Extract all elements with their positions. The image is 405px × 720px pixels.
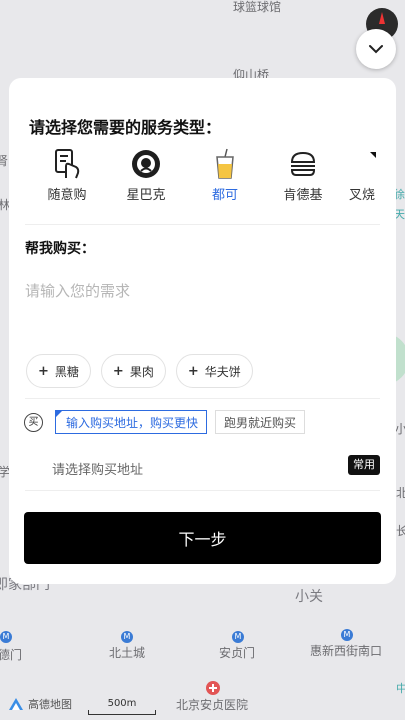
divider bbox=[25, 398, 380, 399]
plus-icon: + bbox=[38, 363, 49, 379]
receipt-hand-icon bbox=[55, 149, 80, 179]
service-type-kfc[interactable]: 肯德基 bbox=[268, 148, 338, 203]
service-type-label: 星巴克 bbox=[126, 188, 166, 203]
tab-label: 跑男就近购买 bbox=[224, 415, 297, 430]
chip-label: 果肉 bbox=[129, 364, 154, 379]
metro-icon: M bbox=[232, 631, 244, 643]
service-type-title: 请选择您需要的服务类型： bbox=[29, 118, 222, 137]
next-step-label: 下一步 bbox=[178, 530, 227, 549]
metro-icon: M bbox=[121, 631, 133, 643]
map-brand-label: 高德地图 bbox=[28, 698, 72, 711]
map-label: 中 bbox=[396, 682, 405, 695]
drink-cup-icon bbox=[216, 148, 234, 179]
service-type-suiyigou[interactable]: 随意购 bbox=[32, 148, 102, 203]
chip-label: 华夫饼 bbox=[204, 364, 241, 379]
service-panel: 请选择您需要的服务类型： 随意购 星巴克 都可 肯德基 叉烧 帮我购买： 请输入… bbox=[9, 78, 396, 584]
tab-input-address[interactable]: 输入购买地址，购买更快 bbox=[55, 410, 208, 434]
map-label: 球篮球馆 bbox=[233, 0, 282, 14]
map-scale: 500m bbox=[88, 698, 156, 715]
map-label: 北 bbox=[396, 486, 405, 500]
map-label: 北土城 bbox=[109, 646, 146, 660]
map-brand: 高德地图 bbox=[8, 696, 72, 712]
map-label: 长 bbox=[396, 524, 405, 538]
metro-icon: M bbox=[341, 629, 353, 641]
service-type-label: 都可 bbox=[211, 188, 238, 203]
amap-logo-icon bbox=[9, 698, 23, 710]
chip-heitang[interactable]: + 黑糖 bbox=[26, 354, 91, 388]
suggestion-chips: + 黑糖 + 果肉 + 华夫饼 bbox=[26, 354, 253, 388]
map-label: 安贞门 bbox=[219, 646, 256, 660]
map-label: 肾 bbox=[0, 154, 9, 168]
service-type-label: 随意购 bbox=[47, 188, 87, 203]
service-type-starbucks[interactable]: 星巴克 bbox=[111, 148, 181, 203]
chevron-down-icon bbox=[369, 45, 383, 54]
service-type-label: 叉烧 bbox=[349, 188, 376, 203]
hospital-icon bbox=[206, 681, 220, 695]
need-input[interactable]: 请输入您的需求 bbox=[25, 280, 130, 301]
map-label: 小 bbox=[395, 422, 405, 436]
collapse-button[interactable] bbox=[356, 29, 396, 69]
buy-mode-row: 买 输入购买地址，购买更快 跑男就近购买 bbox=[24, 410, 306, 434]
burger-icon bbox=[290, 151, 316, 176]
map-label: 德门 bbox=[0, 648, 23, 662]
metro-icon: M bbox=[0, 631, 12, 643]
scroll-indicator-icon bbox=[370, 152, 376, 158]
help-buy-title: 帮我购买： bbox=[25, 241, 95, 257]
map-label: 北京安贞医院 bbox=[176, 698, 249, 712]
buy-badge-icon: 买 bbox=[24, 412, 43, 432]
map-label: 惠新西街南口 bbox=[310, 644, 383, 658]
chip-huafubing[interactable]: + 华夫饼 bbox=[175, 354, 253, 388]
service-type-list: 随意购 星巴克 都可 肯德基 叉烧 bbox=[9, 148, 396, 208]
service-type-duke[interactable]: 都可 bbox=[190, 148, 260, 203]
common-address-button[interactable]: 常用 bbox=[348, 455, 380, 475]
address-select-field[interactable]: 请选择购买地址 bbox=[52, 459, 143, 478]
plus-icon: + bbox=[112, 363, 124, 379]
chip-guorou[interactable]: + 果肉 bbox=[100, 354, 166, 388]
starbucks-logo-icon bbox=[132, 150, 160, 178]
chip-label: 黑糖 bbox=[54, 364, 79, 379]
tab-nearby-purchase[interactable]: 跑男就近购买 bbox=[215, 410, 306, 434]
divider bbox=[25, 490, 380, 491]
next-step-button[interactable]: 下一步 bbox=[24, 512, 381, 564]
plus-icon: + bbox=[187, 363, 199, 379]
map-scale-label: 500m bbox=[107, 698, 137, 709]
map-label: 小关 bbox=[295, 589, 323, 605]
divider bbox=[25, 224, 380, 225]
service-type-label: 肯德基 bbox=[283, 188, 323, 203]
tab-label: 输入购买地址，购买更快 bbox=[66, 415, 199, 430]
